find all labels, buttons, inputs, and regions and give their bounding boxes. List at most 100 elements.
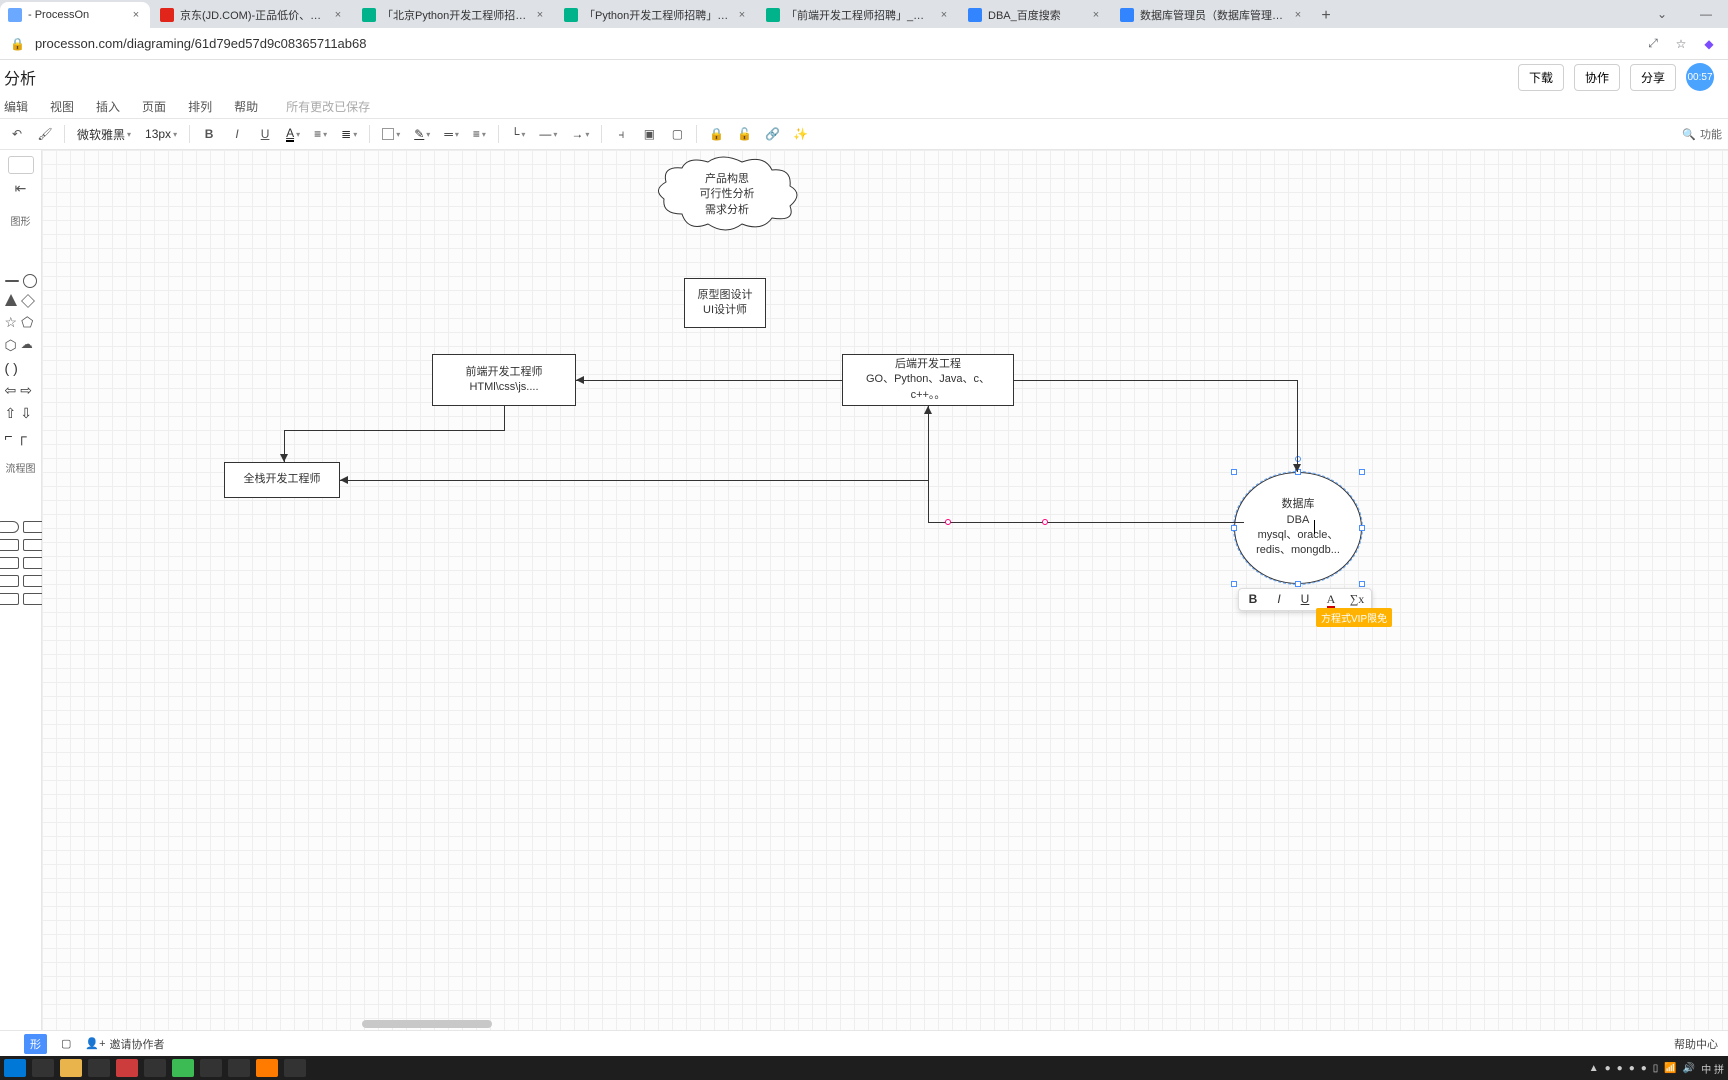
arrow-left-shape[interactable]: ⇦ (5, 382, 17, 399)
menu-arrange[interactable]: 排列 (188, 98, 212, 115)
menu-edit[interactable]: 编辑 (4, 98, 28, 115)
close-icon[interactable]: × (938, 9, 950, 21)
bold-button[interactable]: B (198, 123, 220, 145)
corner-shape[interactable]: ⌐ (5, 428, 13, 444)
connector[interactable] (284, 430, 505, 431)
magic-icon[interactable]: ✨ (789, 123, 811, 145)
tray-icon[interactable]: ● (1617, 1063, 1623, 1074)
search-icon[interactable]: 🔍 (1682, 128, 1696, 141)
bracket-shape[interactable]: ( (5, 360, 10, 376)
hexagon-shape[interactable]: ⬡ (5, 337, 17, 354)
url-text[interactable]: processon.com/diagraming/61d79ed57d9c083… (35, 36, 1634, 51)
cloud-shape[interactable]: ☁ (21, 337, 33, 354)
resize-handle[interactable] (1359, 581, 1365, 587)
circle-shape[interactable] (23, 274, 37, 288)
install-app-icon[interactable]: ⤢ (1644, 36, 1662, 51)
data-shape[interactable] (0, 575, 19, 587)
corner-shape[interactable]: ┌ (17, 428, 27, 444)
extension-icon[interactable]: ◆ (1700, 37, 1718, 51)
italic-button[interactable]: I (226, 123, 248, 145)
close-icon[interactable]: × (736, 9, 748, 21)
close-icon[interactable]: × (332, 9, 344, 21)
connector[interactable] (1297, 380, 1298, 472)
stroke-color-select[interactable]: ✎▾ (410, 127, 434, 141)
menu-insert[interactable]: 插入 (96, 98, 120, 115)
taskbar-app[interactable] (116, 1059, 138, 1077)
align-left-icon[interactable]: ⫞ (610, 123, 632, 145)
format-painter-icon[interactable]: 🖌 (34, 123, 56, 145)
node-prototype[interactable]: 原型图设计 UI设计师 (684, 278, 766, 328)
close-icon[interactable]: × (130, 9, 142, 21)
resize-handle[interactable] (1359, 469, 1365, 475)
close-icon[interactable]: × (1090, 9, 1102, 21)
close-icon[interactable]: × (1292, 9, 1304, 21)
close-icon[interactable]: × (534, 9, 546, 21)
resize-handle[interactable] (1231, 469, 1237, 475)
data-shape[interactable] (0, 539, 19, 551)
triangle-shape[interactable] (5, 294, 17, 306)
star-shape[interactable]: ☆ (5, 314, 18, 331)
connector[interactable] (576, 380, 842, 381)
font-color-button[interactable]: A (1323, 592, 1339, 607)
font-family-select[interactable]: 微软雅黑▾ (73, 126, 135, 143)
lock-icon[interactable]: 🔒 (705, 123, 727, 145)
connector[interactable] (928, 480, 929, 523)
node-fullstack[interactable]: 全栈开发工程师 (224, 462, 340, 498)
new-tab-button[interactable]: + (1314, 4, 1338, 28)
italic-button[interactable]: I (1271, 592, 1287, 607)
connector[interactable] (928, 406, 929, 481)
download-button[interactable]: 下载 (1518, 64, 1564, 91)
connector-type-select[interactable]: └▾ (507, 127, 530, 141)
pentagon-shape[interactable]: ⬠ (21, 314, 33, 331)
node-product-cloud[interactable]: 产品构思 可行性分析 需求分析 (652, 154, 802, 238)
scrollbar-thumb[interactable] (362, 1020, 492, 1028)
link-icon[interactable]: 🔗 (761, 123, 783, 145)
tray-icon[interactable]: ● (1641, 1063, 1647, 1074)
share-button[interactable]: 分享 (1630, 64, 1676, 91)
taskbar-app[interactable] (228, 1059, 250, 1077)
arrow-down-shape[interactable]: ⇩ (20, 405, 32, 422)
taskbar-app[interactable] (172, 1059, 194, 1077)
node-text[interactable]: 数据库 DBA mysql、oracle、 redis、mongdb... (1256, 497, 1340, 559)
menu-help[interactable]: 帮助 (234, 98, 258, 115)
avatar[interactable]: 00:57 (1686, 63, 1714, 91)
tray-icon[interactable]: ▲ (1589, 1063, 1599, 1074)
connector[interactable] (1014, 380, 1297, 381)
node-backend[interactable]: 后端开发工程 GO、Python、Java、c、 c++。。 (842, 354, 1014, 406)
undo-icon[interactable]: ↶ (6, 123, 28, 145)
menu-page[interactable]: 页面 (142, 98, 166, 115)
taskbar-app[interactable] (256, 1059, 278, 1077)
tab-jd[interactable]: 京东(JD.COM)-正品低价、品质… × (152, 2, 352, 28)
font-size-select[interactable]: 13px▾ (141, 127, 181, 141)
underline-button[interactable]: U (1297, 592, 1313, 607)
invite-collaborator-button[interactable]: 👤+ 邀请协作者 (85, 1036, 164, 1052)
start-button[interactable] (4, 1059, 26, 1077)
volume-icon[interactable]: 🔊 (1683, 1063, 1695, 1074)
taskbar-app[interactable] (32, 1059, 54, 1077)
send-back-icon[interactable]: ▢ (666, 123, 688, 145)
data-shape[interactable] (0, 557, 19, 569)
connector[interactable] (504, 406, 505, 430)
shape-search-input[interactable] (8, 156, 34, 174)
connector-endpoint[interactable] (945, 519, 951, 525)
taskbar-app[interactable] (200, 1059, 222, 1077)
arrow-end-select[interactable]: →▾ (567, 127, 593, 141)
bracket-shape[interactable]: ) (13, 360, 18, 376)
bold-button[interactable]: B (1245, 592, 1261, 607)
tab-boss1[interactable]: 「北京Python开发工程师招聘」… × (354, 2, 554, 28)
node-frontend[interactable]: 前端开发工程师 HTMl\css\js.... (432, 354, 576, 406)
connector-endpoint[interactable] (1042, 519, 1048, 525)
resize-handle[interactable] (1359, 525, 1365, 531)
process-shape[interactable] (0, 521, 19, 533)
network-icon[interactable]: ▯ (1653, 1063, 1659, 1074)
collab-button[interactable]: 协作 (1574, 64, 1620, 91)
tab-processon[interactable]: - ProcessOn × (0, 2, 150, 28)
arrow-up-shape[interactable]: ⇧ (5, 405, 17, 422)
line-style-select[interactable]: ≡▾ (469, 127, 490, 141)
chevron-down-icon[interactable]: ⌄ (1640, 0, 1684, 28)
fill-color-select[interactable]: ▾ (378, 128, 404, 140)
minimize-button[interactable]: — (1684, 0, 1728, 28)
resize-handle[interactable] (1231, 581, 1237, 587)
taskbar-app[interactable] (88, 1059, 110, 1077)
document-title[interactable]: 分析 (4, 65, 36, 89)
